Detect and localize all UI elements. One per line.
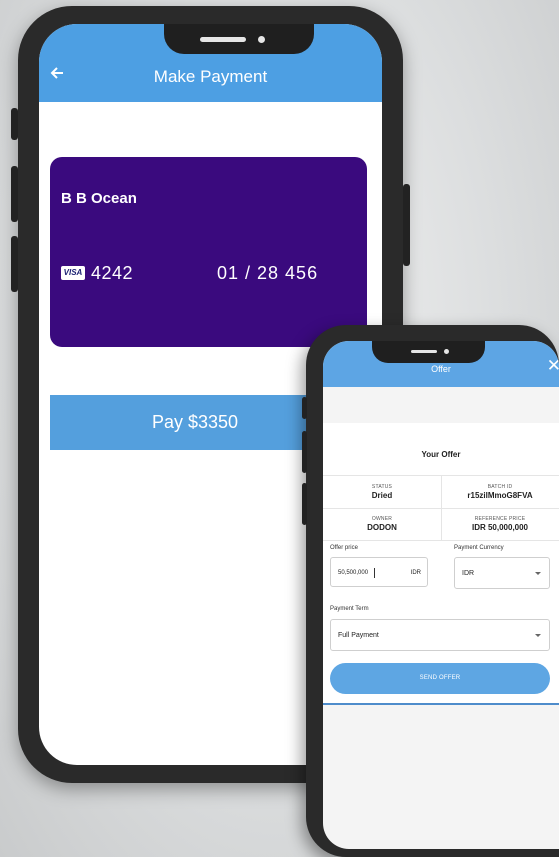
pay-button[interactable]: Pay $3350 <box>50 395 340 450</box>
credit-card[interactable]: B B Ocean VISA 4242 01 / 28 456 <box>50 157 367 347</box>
payment-term-value: Full Payment <box>338 632 379 639</box>
offer-form: Your Offer STATUS Dried BATCH ID r15zilM… <box>323 423 559 703</box>
chevron-down-icon <box>535 572 541 575</box>
camera <box>444 349 449 354</box>
close-icon[interactable]: ✕ <box>547 357 559 374</box>
card-last4: 4242 <box>91 263 134 283</box>
text-caret <box>374 568 375 578</box>
volume-down-button <box>302 483 307 525</box>
section-divider <box>323 703 559 705</box>
payment-currency-label: Payment Currency <box>454 545 504 551</box>
batch-id-label: BATCH ID <box>487 484 513 490</box>
offer-price-label: Offer price <box>330 545 358 551</box>
mute-switch <box>302 397 307 419</box>
batch-id-value: r15zilMmoG8FVA <box>467 491 533 500</box>
phone-offer: Offer ✕ Your Offer STATUS Dried BATCH ID… <box>302 325 559 857</box>
speaker <box>200 37 246 42</box>
offer-screen: Offer ✕ Your Offer STATUS Dried BATCH ID… <box>323 341 559 849</box>
status-cell: STATUS Dried <box>323 476 441 508</box>
visa-icon: VISA <box>61 266 85 280</box>
offer-price-value: 50,500,000 <box>338 570 369 576</box>
offer-title: Offer <box>431 364 451 374</box>
batch-id-cell: BATCH ID r15zilMmoG8FVA <box>441 476 559 508</box>
reference-price-label: REFERENCE PRICE <box>474 516 526 522</box>
offer-heading: Your Offer <box>421 450 461 459</box>
payment-currency-select[interactable]: IDR <box>454 557 550 589</box>
offer-price-input[interactable]: 50,500,000 IDR <box>330 557 428 587</box>
payment-term-select[interactable]: Full Payment <box>330 619 550 651</box>
volume-up-button <box>302 431 307 473</box>
card-expiry-cvv: 01 / 28 456 <box>217 263 319 283</box>
notch <box>372 341 485 363</box>
chevron-down-icon <box>535 634 541 637</box>
owner-value: DODON <box>367 523 397 532</box>
volume-up-button <box>11 166 18 222</box>
status-label: STATUS <box>371 484 393 490</box>
speaker <box>411 350 437 353</box>
reference-price-value: IDR 50,000,000 <box>471 523 529 532</box>
offer-info-grid: STATUS Dried BATCH ID r15zilMmoG8FVA OWN… <box>323 475 559 541</box>
send-offer-button[interactable]: SEND OFFER <box>330 663 550 694</box>
page-title: Make Payment <box>153 67 268 86</box>
volume-down-button <box>11 236 18 292</box>
camera <box>258 36 265 43</box>
payment-currency-value: IDR <box>462 570 475 577</box>
payment-term-label: Payment Term <box>330 606 369 612</box>
mute-switch <box>11 108 18 140</box>
status-value: Dried <box>371 491 393 500</box>
owner-cell: OWNER DODON <box>323 508 441 540</box>
power-button <box>403 184 410 266</box>
owner-label: OWNER <box>371 516 393 522</box>
card-holder-name: B B Ocean <box>61 190 137 207</box>
notch <box>164 24 314 54</box>
reference-price-cell: REFERENCE PRICE IDR 50,000,000 <box>441 508 559 540</box>
offer-price-unit: IDR <box>410 570 421 576</box>
